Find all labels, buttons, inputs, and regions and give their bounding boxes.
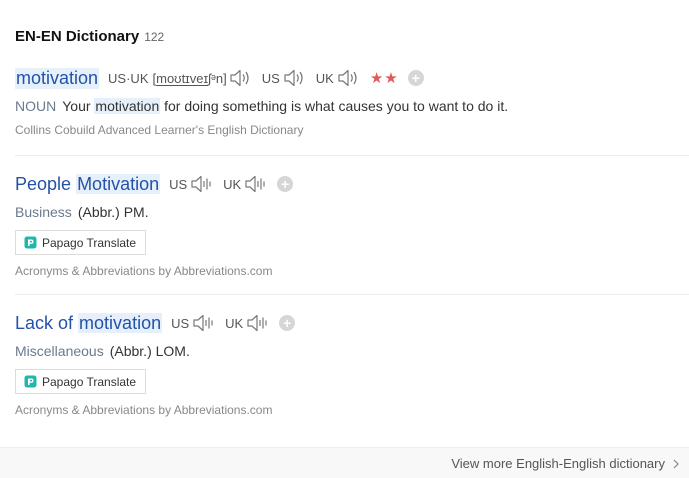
pron-label: US [261, 70, 280, 86]
entry-people-motivation: People Motivation US UK + Business (Abbr… [15, 172, 689, 278]
pron-label: US [171, 315, 190, 331]
pronunciation-uk: UK [223, 174, 268, 194]
divider [15, 155, 689, 156]
add-to-wordbook-button[interactable]: + [279, 315, 296, 331]
category-label: Business [15, 204, 72, 220]
pron-label: UK [315, 70, 334, 86]
dictionary-source: Acronyms & Abbreviations by Abbreviation… [15, 403, 273, 417]
dictionary-source: Acronyms & Abbreviations by Abbreviation… [15, 264, 273, 278]
footer-bar: View more English-English dictionary [0, 447, 689, 478]
entry-motivation: motivation US·UK [moʊtɪveɪʃᵊn] US UK ★★ … [15, 66, 689, 137]
dictionary-title: EN-EN Dictionary [15, 28, 140, 45]
divider [15, 294, 689, 295]
word-row: People Motivation US UK + [15, 172, 689, 196]
pron-label: US·UK [108, 70, 149, 86]
speaker-icon[interactable] [190, 174, 214, 194]
entry-word-link[interactable]: Lack of motivation [15, 312, 163, 334]
pron-label: UK [225, 315, 244, 331]
speaker-icon[interactable] [283, 68, 307, 88]
part-of-speech: NOUN [15, 98, 57, 114]
pron-label: UK [223, 176, 242, 192]
definition-text: Your motivation for doing something is w… [62, 98, 509, 114]
papago-translate-button[interactable]: Papago Translate [15, 369, 147, 394]
chevron-right-icon [673, 459, 679, 468]
dictionary-source: Collins Cobuild Advanced Learner's Engli… [15, 123, 304, 137]
pronunciation-us: US [262, 68, 307, 88]
papago-translate-button[interactable]: Papago Translate [15, 230, 147, 255]
phonetic-transcription: [moʊtɪveɪʃᵊn] [152, 70, 227, 86]
pronunciation-us: US [169, 174, 214, 194]
entry-word-link[interactable]: motivation [15, 67, 100, 89]
pronunciation-uk: UK [316, 68, 361, 88]
definition-text: (Abbr.) PM. [77, 204, 149, 220]
speaker-icon[interactable] [246, 313, 270, 333]
pron-label: US [169, 176, 188, 192]
pronunciation-us-uk: US·UK [moʊtɪveɪʃᵊn] [108, 68, 253, 88]
result-count: 122 [144, 30, 165, 44]
definition-row: Miscellaneous (Abbr.) LOM. [15, 343, 689, 359]
pronunciation-us: US [171, 313, 216, 333]
speaker-icon[interactable] [192, 313, 216, 333]
view-more-link[interactable]: View more English-English dictionary [451, 456, 679, 471]
papago-label: Papago Translate [42, 374, 137, 389]
word-row: motivation US·UK [moʊtɪveɪʃᵊn] US UK ★★ … [15, 66, 689, 90]
speaker-icon[interactable] [337, 68, 361, 88]
add-to-wordbook-button[interactable]: + [277, 176, 294, 192]
pronunciation-uk: UK [225, 313, 270, 333]
definition-row: NOUN Your motivation for doing something… [15, 98, 689, 114]
entry-word-link[interactable]: People Motivation [15, 173, 161, 195]
papago-icon [24, 236, 37, 249]
add-to-wordbook-button[interactable]: + [407, 70, 424, 86]
speaker-icon[interactable] [244, 174, 268, 194]
papago-icon [24, 375, 37, 388]
papago-label: Papago Translate [42, 235, 137, 250]
word-row: Lack of motivation US UK + [15, 311, 689, 335]
star-rating: ★★ [369, 70, 399, 87]
dictionary-header: EN-EN Dictionary 122 [15, 28, 164, 45]
category-label: Miscellaneous [15, 343, 104, 359]
definition-row: Business (Abbr.) PM. [15, 204, 689, 220]
speaker-icon[interactable] [229, 68, 253, 88]
view-more-label: View more English-English dictionary [451, 456, 665, 471]
entry-lack-of-motivation: Lack of motivation US UK + Miscellaneous… [15, 311, 689, 417]
definition-text: (Abbr.) LOM. [109, 343, 190, 359]
